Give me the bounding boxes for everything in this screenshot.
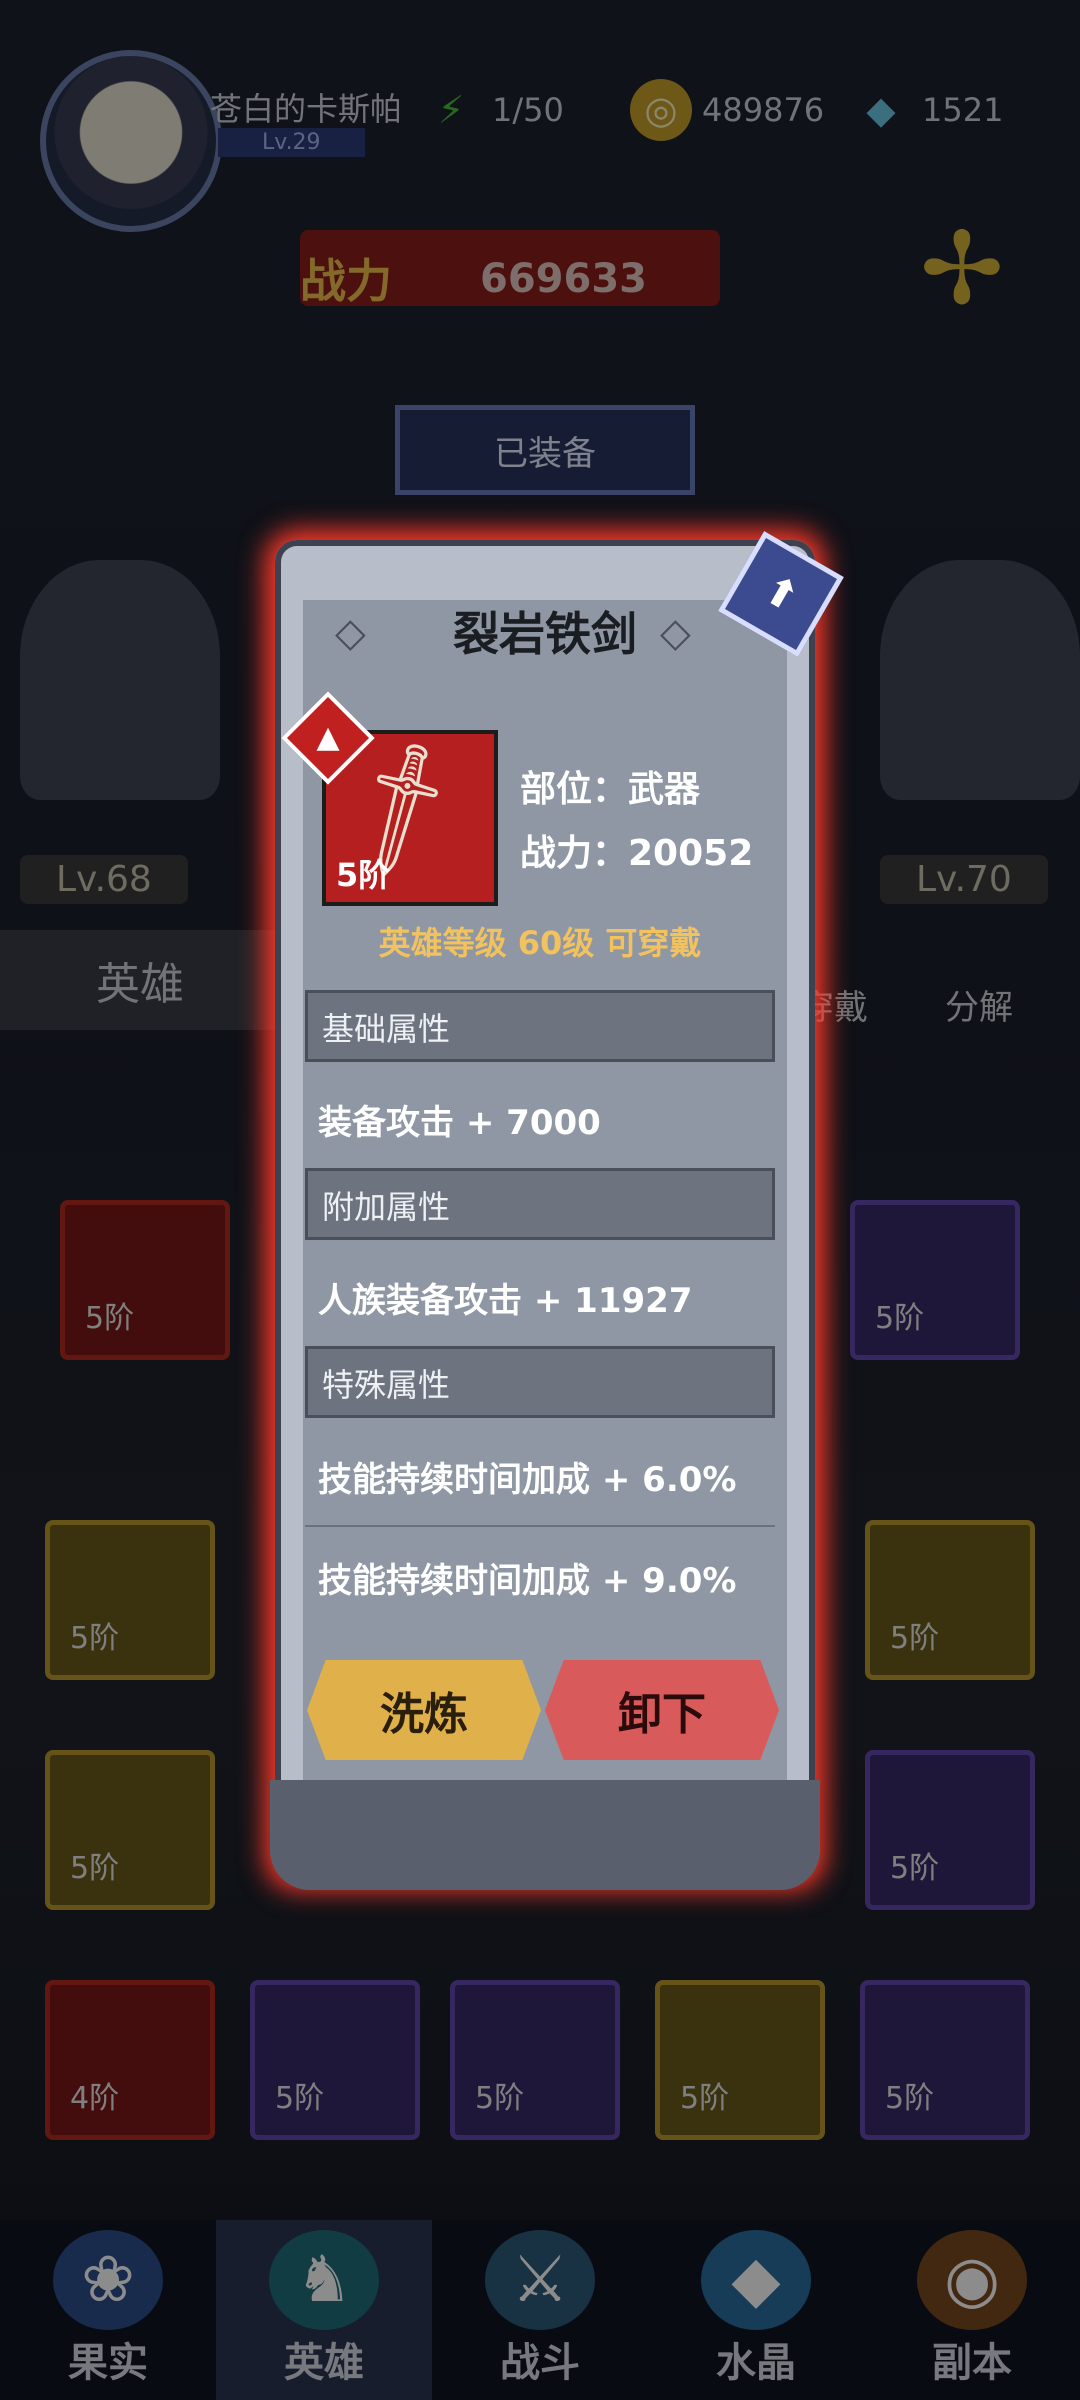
section-special: 特殊属性 <box>305 1346 775 1418</box>
level-requirement: 英雄等级 60级 可穿戴 <box>378 924 702 962</box>
section-extra: 附加属性 <box>305 1168 775 1240</box>
rarity-icon: ▲ <box>316 720 340 755</box>
item-tier: 5阶 <box>336 856 391 894</box>
unequip-button[interactable]: 卸下 <box>545 1660 779 1760</box>
attr-race-attack: 人族装备攻击 + 11927 <box>318 1281 693 1321</box>
item-power: 战力：20052 <box>520 833 754 874</box>
section-basic: 基础属性 <box>305 990 775 1062</box>
modal-frame-base <box>270 1780 820 1890</box>
attr-skill-duration: 技能持续时间加成 + 6.0% <box>318 1460 737 1500</box>
attr-basic-attack: 装备攻击 + 7000 <box>318 1103 601 1143</box>
item-part: 部位：武器 <box>520 769 701 810</box>
item-title: 裂岩铁剑 <box>453 607 637 661</box>
divider <box>305 1525 775 1527</box>
refine-button[interactable]: 洗炼 <box>307 1660 541 1760</box>
attr-skill-duration: 技能持续时间加成 + 9.0% <box>318 1561 737 1601</box>
